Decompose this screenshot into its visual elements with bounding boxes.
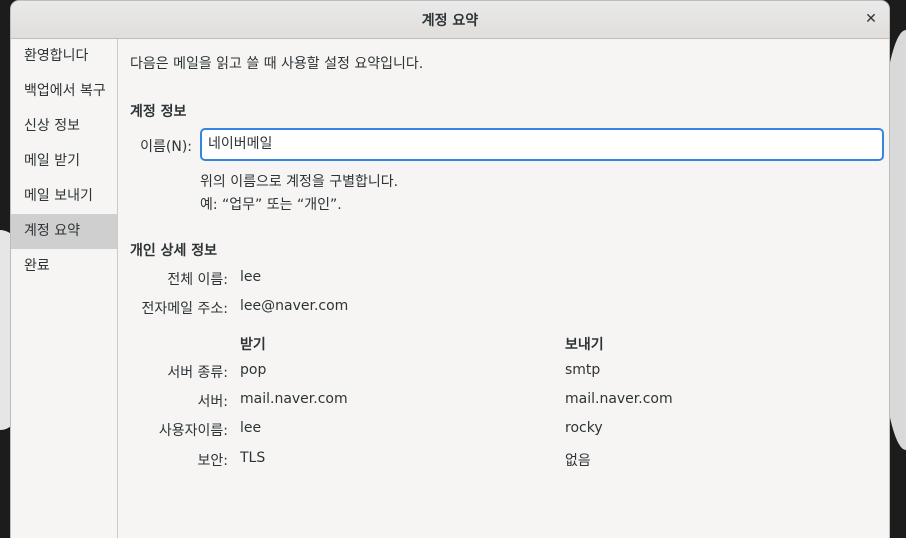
security-label: 보안:: [197, 453, 228, 469]
server-type-label: 서버 종류:: [167, 365, 228, 381]
username-label: 사용자이름:: [158, 423, 228, 439]
receive-server-type: pop: [240, 362, 267, 378]
intro-text: 다음은 메일을 읽고 쓸 때 사용할 설정 요약입니다.: [130, 56, 424, 72]
name-hint-example: 예: “업무” 또는 “개인”.: [200, 197, 342, 213]
sidebar-item-receiving-email[interactable]: 메일 받기: [11, 144, 117, 179]
wizard-steps-sidebar: 환영합니다 백업에서 복구 신상 정보 메일 받기 메일 보내기 계정 요약 완…: [11, 39, 118, 538]
send-server: mail.naver.com: [565, 391, 673, 407]
receive-server: mail.naver.com: [240, 391, 348, 407]
receive-security: TLS: [240, 450, 266, 466]
send-column-header: 보내기: [565, 337, 604, 353]
sidebar-item-account-summary[interactable]: 계정 요약: [11, 214, 117, 249]
account-name-input[interactable]: [200, 128, 884, 161]
account-info-heading: 계정 정보: [130, 104, 187, 120]
name-label: 이름(N):: [140, 139, 192, 155]
close-icon: ✕: [865, 11, 877, 27]
sidebar-item-identity[interactable]: 신상 정보: [11, 109, 117, 144]
name-hint: 위의 이름으로 계정을 구별합니다.: [200, 174, 399, 190]
sidebar-item-done[interactable]: 완료: [11, 249, 117, 284]
send-server-type: smtp: [565, 362, 601, 378]
email-value: lee@naver.com: [240, 298, 349, 314]
full-name-value: lee: [240, 269, 262, 285]
server-label: 서버:: [197, 394, 228, 410]
title-bar[interactable]: 계정 요약 ✕: [11, 1, 889, 39]
receive-username: lee: [240, 420, 262, 436]
send-username: rocky: [565, 420, 603, 436]
close-button[interactable]: ✕: [861, 9, 881, 29]
send-security: 없음: [565, 453, 591, 469]
receive-column-header: 받기: [240, 337, 266, 353]
personal-details-heading: 개인 상세 정보: [130, 243, 218, 259]
sidebar-item-welcome[interactable]: 환영합니다: [11, 39, 117, 74]
account-wizard-window: 계정 요약 ✕ 환영합니다 백업에서 복구 신상 정보 메일 받기 메일 보내기…: [11, 1, 889, 538]
full-name-label: 전체 이름:: [167, 272, 228, 288]
sidebar-item-restore-backup[interactable]: 백업에서 복구: [11, 74, 117, 109]
window-title: 계정 요약: [421, 12, 479, 29]
summary-panel: 다음은 메일을 읽고 쓸 때 사용할 설정 요약입니다. 계정 정보 이름(N)…: [130, 39, 889, 538]
sidebar-item-sending-email[interactable]: 메일 보내기: [11, 179, 117, 214]
email-label: 전자메일 주소:: [141, 301, 228, 317]
